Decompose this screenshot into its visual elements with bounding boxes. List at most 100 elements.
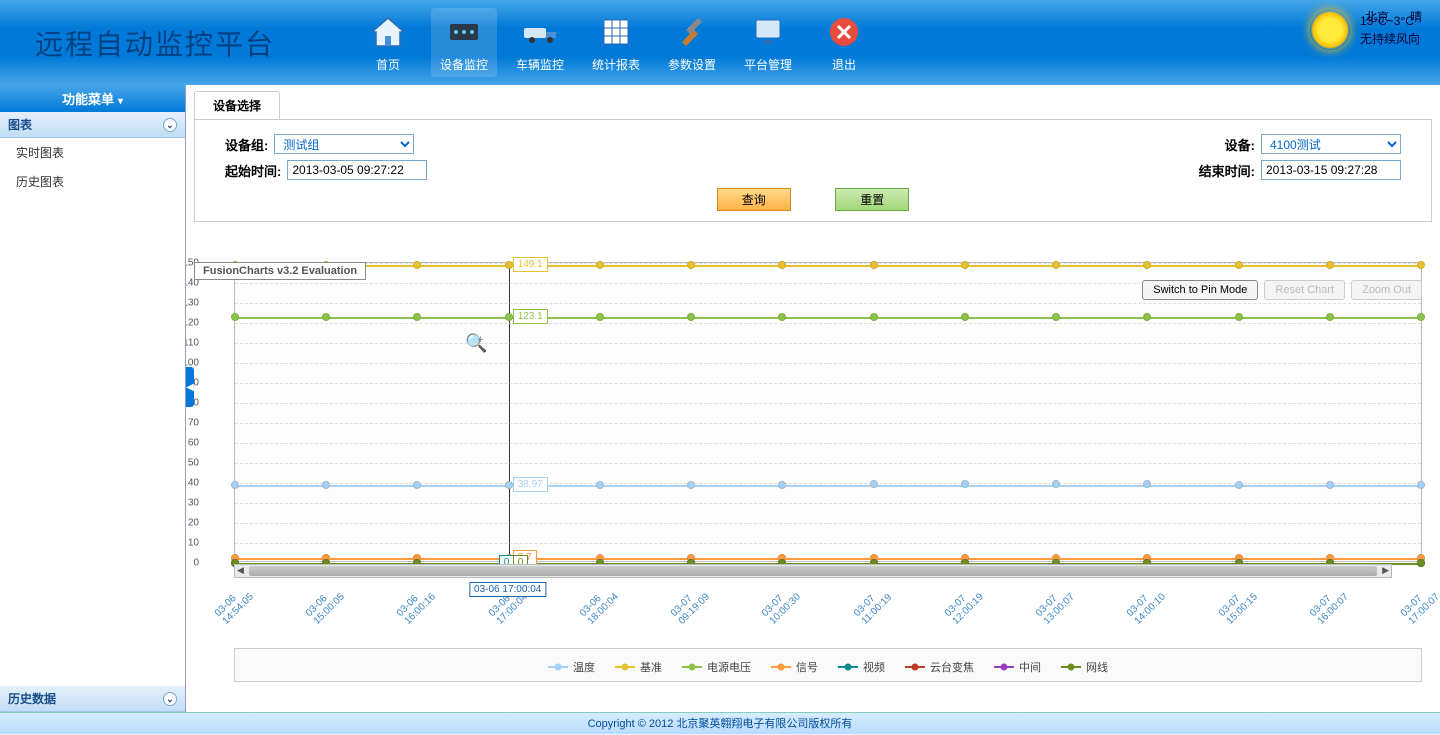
end-time-input[interactable] [1261,160,1401,180]
tools-icon [672,12,712,52]
sidebar-menu-title[interactable]: 功能菜单 [0,85,185,112]
legend-label: 网线 [1086,659,1108,675]
data-point [231,313,239,321]
data-point [505,261,513,269]
y-tick: 60 [188,438,199,449]
app-title: 远程自动监控平台 [35,23,275,63]
data-point [1417,313,1425,321]
gridline [235,303,1421,304]
legend-label: 电源电压 [707,659,751,675]
data-point [687,481,695,489]
nav-home[interactable]: 首页 [355,8,421,77]
gridline [235,323,1421,324]
legend-item[interactable]: 基准 [615,659,662,675]
zoom-out-button[interactable]: Zoom Out [1351,280,1422,300]
y-tick: 120 [186,318,199,329]
legend-item[interactable]: 网线 [1061,659,1108,675]
sidebar-panel-history[interactable]: 历史数据 ⌄ [0,686,185,712]
nav-label: 设备监控 [431,56,497,73]
nav-label: 首页 [355,56,421,73]
data-point [322,481,330,489]
home-icon [368,12,408,52]
data-point [413,313,421,321]
sidebar-item-history-chart[interactable]: 历史图表 [0,167,185,196]
device-label: 设备: [1225,135,1255,154]
data-point [413,481,421,489]
sidebar-panel-chart[interactable]: 图表 ⌄ [0,112,185,138]
data-label: 123.1 [513,309,548,324]
data-point [961,480,969,488]
grid-icon [596,12,636,52]
x-tick: 03-0712:00:19 [943,584,986,627]
legend-label: 视频 [863,659,885,675]
nav-params[interactable]: 参数设置 [659,8,725,77]
legend-label: 信号 [796,659,818,675]
nav-exit[interactable]: 退出 [811,8,877,77]
scrollbar-thumb[interactable] [249,566,1377,576]
horizontal-scrollbar[interactable] [234,564,1392,578]
gridline [235,543,1421,544]
x-tick: 03-0711:00:19 [851,584,894,627]
data-point [1417,559,1425,567]
data-point [1143,480,1151,488]
plot-area[interactable]: 0102030405060708090100110120130140150 🔍+… [234,262,1422,562]
legend-label: 温度 [573,659,595,675]
filter-form: 设备组: 测试组 设备: 4100测试 起始时间: 结束时间: [194,119,1432,222]
close-icon [824,12,864,52]
nav-vehicle-monitor[interactable]: 车辆监控 [507,8,573,77]
y-tick: 30 [188,498,199,509]
nav-platform[interactable]: 平台管理 [735,8,801,77]
nav-stats[interactable]: 统计报表 [583,8,649,77]
data-point [687,261,695,269]
weather-widget: 北京 晴 13°C~3°C 无持续风向 [1310,10,1420,50]
legend-item[interactable]: 云台变焦 [905,659,974,675]
chevron-down-icon[interactable]: ⌄ [163,692,177,706]
nav-device-monitor[interactable]: 设备监控 [431,8,497,77]
chevron-down-icon[interactable]: ⌄ [163,118,177,132]
data-point [1326,481,1334,489]
end-time-label: 结束时间: [1199,161,1255,180]
nav-label: 参数设置 [659,56,725,73]
y-tick: 40 [188,478,199,489]
x-tick: 03-0717:00:07 [1399,584,1440,627]
legend-item[interactable]: 信号 [771,659,818,675]
gridline [235,443,1421,444]
legend-item[interactable]: 视频 [838,659,885,675]
device-select[interactable]: 4100测试 [1261,134,1401,154]
tab-device-select[interactable]: 设备选择 [194,91,280,119]
start-time-input[interactable] [287,160,427,180]
legend-item[interactable]: 电源电压 [682,659,751,675]
sidebar-item-realtime-chart[interactable]: 实时图表 [0,138,185,167]
crosshair-label: 03-06 17:00:04 [469,582,546,597]
legend-label: 中间 [1019,659,1041,675]
x-tick: 03-0710:00:30 [760,584,803,627]
data-label: 38.97 [513,477,548,492]
x-axis: 03-0614:54:0503-0615:00:0503-0616:00:160… [234,578,1422,638]
legend-swatch [615,666,635,668]
data-point [413,261,421,269]
data-point [505,313,513,321]
data-point [687,313,695,321]
device-group-select[interactable]: 测试组 [274,134,414,154]
data-point [870,480,878,488]
data-point [322,313,330,321]
legend-item[interactable]: 中间 [994,659,1041,675]
y-tick: 50 [188,458,199,469]
tabs: 设备选择 [194,91,1432,119]
x-tick: 03-0615:00:05 [304,584,347,627]
data-point [870,313,878,321]
gridline [235,383,1421,384]
data-point [1235,261,1243,269]
data-point [1052,480,1060,488]
sidebar-collapse-handle[interactable]: ◀ [186,367,194,407]
legend-item[interactable]: 温度 [548,659,595,675]
crosshair [509,263,510,561]
query-button[interactable]: 查询 [717,188,791,211]
reset-chart-button[interactable]: Reset Chart [1264,280,1345,300]
data-point [1417,481,1425,489]
main-nav: 首页 设备监控 车辆监控 统计报表 参数设置 平台管理 退出 [355,8,877,77]
pin-mode-button[interactable]: Switch to Pin Mode [1142,280,1258,300]
panel-label: 历史数据 [8,690,56,707]
x-tick: 03-0714:00:10 [1125,584,1168,627]
reset-button[interactable]: 重置 [835,188,909,211]
